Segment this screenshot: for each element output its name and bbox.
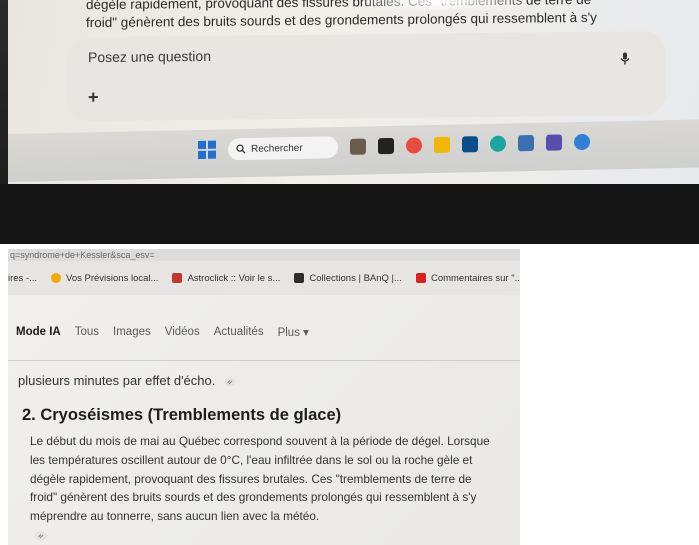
bookmark-item[interactable]: Vos Prévisions local... — [51, 273, 158, 284]
tab-mode-ia[interactable]: Mode IA — [16, 326, 61, 338]
app-chrome-icon[interactable] — [406, 137, 422, 154]
source-link-icon[interactable] — [224, 377, 236, 387]
app-settings-icon[interactable] — [574, 133, 590, 151]
tab-videos[interactable]: Vidéos — [165, 326, 200, 338]
bookmark-item[interactable]: Collections | BAnQ |... — [294, 273, 402, 284]
app-edge-icon[interactable] — [490, 135, 506, 152]
address-bar-fragment[interactable]: q=syndrome+de+Kessler&sca_esv= — [8, 249, 520, 261]
app-teams-icon[interactable] — [546, 134, 562, 151]
app-copilot-icon[interactable] — [518, 134, 534, 152]
bookmark-item[interactable]: Astroclick :: Voir le s... — [172, 273, 280, 284]
body-line: méprendre au tonnerre, sans aucun lien a… — [30, 507, 510, 545]
search-icon — [236, 144, 246, 154]
app-photos-icon[interactable] — [350, 138, 366, 155]
youtube-icon — [415, 273, 426, 283]
body-line: dégèle rapidement, provoquant des fissur… — [30, 471, 472, 486]
body-line: froid" génèrent des bruits sourds et des… — [30, 490, 477, 505]
app-store-icon[interactable] — [462, 136, 478, 153]
taskbar-search[interactable]: Rechercher — [228, 136, 338, 161]
question-input[interactable]: Posez une question + — [66, 31, 666, 122]
bookmarks-bar: ires -... Vos Prévisions local... Astroc… — [8, 261, 520, 295]
question-placeholder: Posez une question — [88, 47, 211, 66]
microphone-icon[interactable] — [618, 51, 632, 65]
weather-icon — [51, 273, 62, 283]
taskbar-search-label: Rechercher — [251, 142, 303, 155]
search-tabs: Mode IA Tous Images Vidéos Actualités Pl… — [16, 325, 309, 339]
bookmark-item[interactable]: Commentaires sur "... — [415, 273, 520, 284]
screen-glare — [366, 0, 526, 12]
bookmark-item[interactable]: ires -... — [8, 273, 37, 284]
astroclick-icon — [172, 273, 183, 283]
body-line: Le début du mois de mai au Québec corres… — [30, 434, 490, 448]
banq-icon — [294, 273, 305, 283]
tab-plus[interactable]: Plus ▾ — [278, 325, 309, 339]
answer-paragraph-top-text: plusieurs minutes par effet d'écho. — [18, 373, 216, 388]
laptop-photo: dégèle rapidement, provoquant des fissur… — [0, 0, 699, 244]
tab-tous[interactable]: Tous — [75, 326, 99, 338]
section-heading: 2. Cryoséismes (Tremblements de glace) — [22, 406, 342, 424]
tabs-divider — [8, 360, 520, 361]
blank-area — [520, 244, 699, 545]
screen-text: dégèle rapidement, provoquant des fissur… — [86, 0, 686, 32]
tab-images[interactable]: Images — [113, 326, 151, 338]
add-attachment-button[interactable]: + — [88, 87, 99, 108]
app-explorer-icon[interactable] — [434, 136, 450, 154]
body-line: les températures oscillent autour de 0°C… — [30, 452, 473, 467]
section-body: Le début du mois de mai au Québec corres… — [30, 432, 510, 545]
source-link-icon[interactable] — [35, 531, 47, 541]
windows-start-icon[interactable] — [198, 140, 216, 160]
answer-paragraph-top: plusieurs minutes par effet d'écho. — [18, 373, 236, 388]
tab-actualites[interactable]: Actualités — [214, 326, 264, 338]
laptop-bezel — [0, 184, 699, 244]
app-terminal-icon[interactable] — [378, 137, 394, 155]
browser-photo: q=syndrome+de+Kessler&sca_esv= ires -...… — [8, 249, 520, 545]
